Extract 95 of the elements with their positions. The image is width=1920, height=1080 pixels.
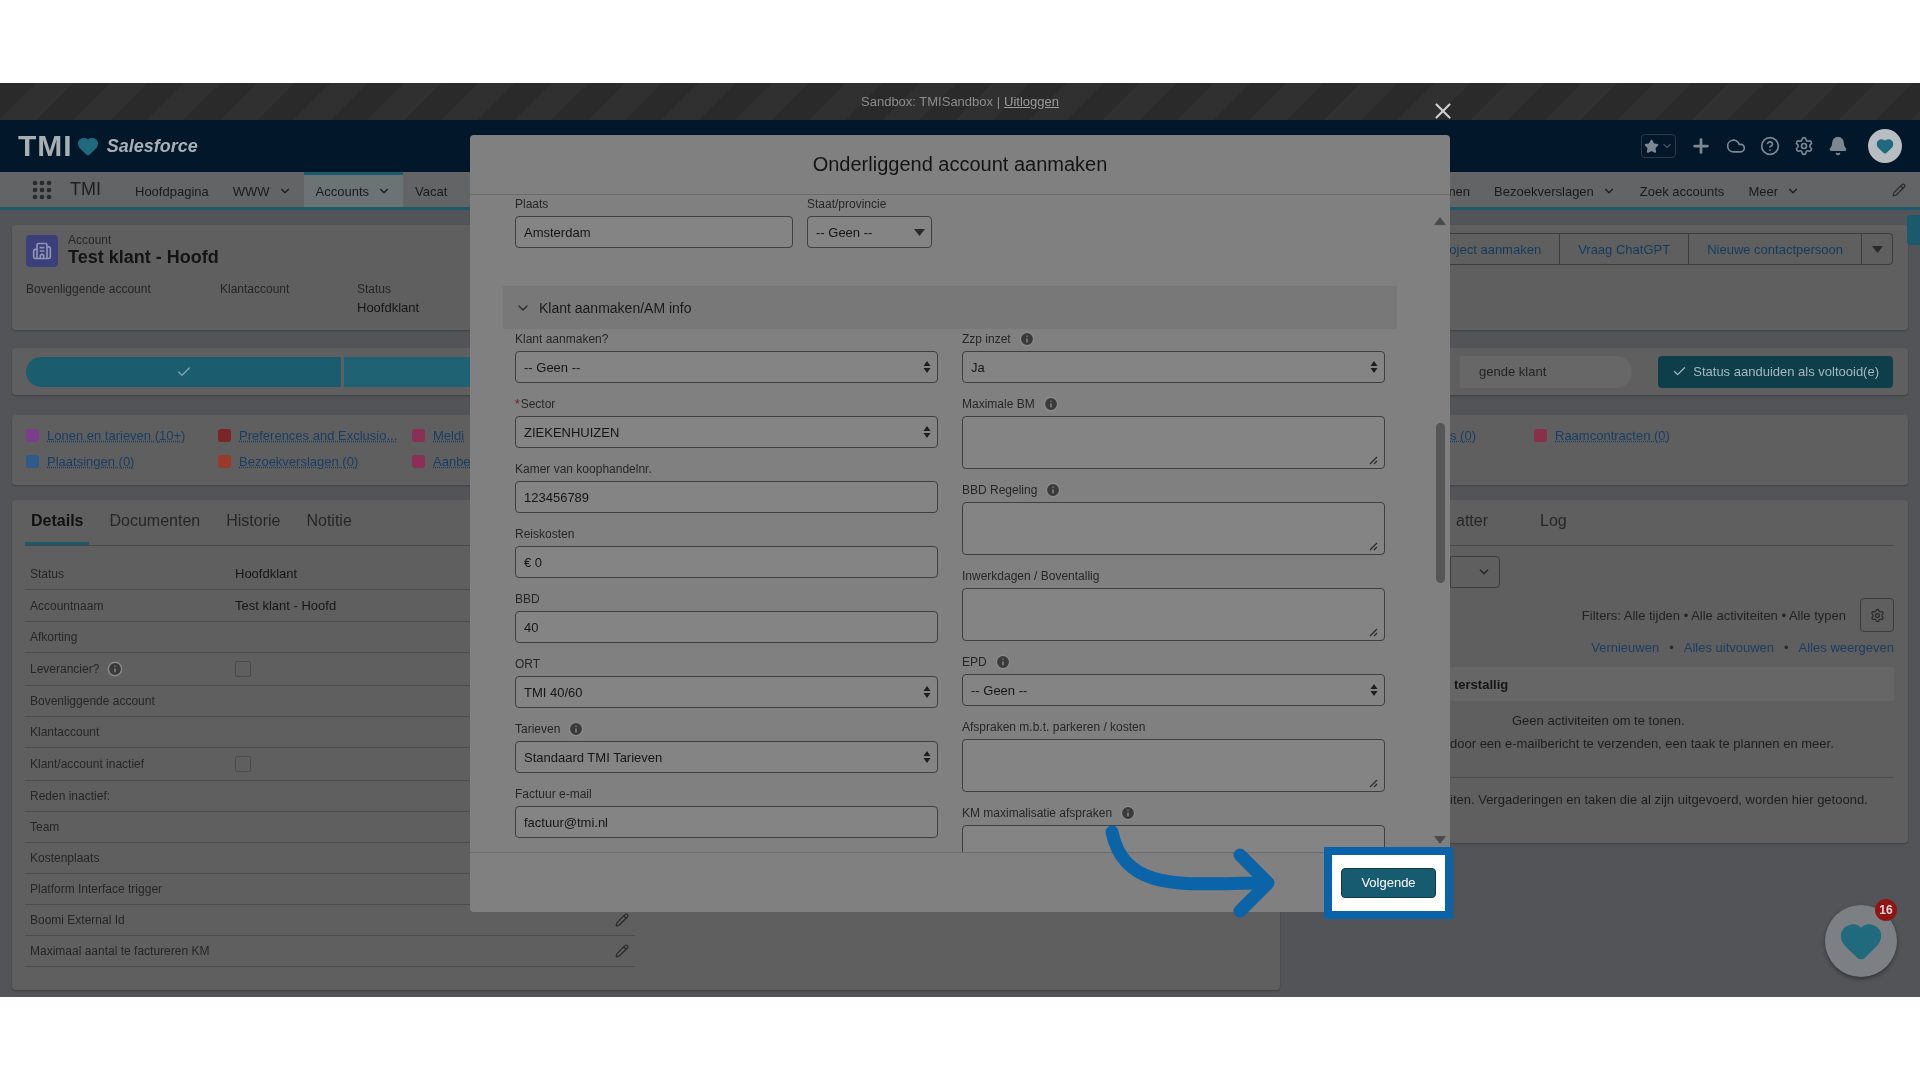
activity-link[interactable]: Alles weergeven: [1798, 640, 1894, 655]
related-link[interactable]: Bezoekverslagen (0): [239, 453, 359, 469]
field-label: Maximale BM: [962, 397, 1035, 411]
field-label: Klant/account inactief: [30, 757, 145, 771]
field-label: Klant aanmaken?: [515, 332, 609, 346]
related-link[interactable]: Lonen en tarieven (10+): [47, 427, 186, 443]
past-activity-hint: iten. Vergaderingen en taken die al zijn uitgevoerd, worden hier getoond.: [1450, 777, 1894, 807]
field-label: Klantaccount: [220, 282, 291, 296]
tab[interactable]: Documenten: [103, 500, 207, 545]
related-link[interactable]: Preferences and Exclusio...: [239, 427, 398, 443]
field-value: Hoofdklant: [357, 300, 421, 315]
path-stage[interactable]: gende klant: [1460, 355, 1633, 388]
logo-text: TMI: [18, 129, 73, 163]
field-label: Inwerkdagen / Boventallig: [962, 569, 1100, 583]
activity-link[interactable]: Vernieuwen: [1591, 640, 1660, 655]
filters-text: Filters: Alle tijden • Alle activiteiten • Alle typen: [1581, 607, 1846, 623]
field-label: Boomi External Id: [30, 913, 125, 927]
brand-name: Salesforce: [106, 135, 198, 157]
nav-tab[interactable]: Accounts: [303, 172, 404, 207]
dropdown-field[interactable]: -- Geen --: [807, 216, 932, 248]
field-label: Team: [30, 820, 60, 834]
tab[interactable]: Details: [25, 500, 90, 545]
tab[interactable]: Notitie: [300, 500, 358, 545]
sandbox-text: Sandbox: TMISandbox |: [861, 94, 1001, 109]
related-link[interactable]: Aanbe: [433, 453, 471, 469]
select-field[interactable]: -- Geen --: [962, 674, 1385, 706]
field-label: Kamer van koophandelnr.: [515, 462, 652, 476]
field-label: Tarieven: [515, 722, 561, 736]
field-label: Reden inactief:: [30, 789, 111, 803]
modal-title: Onderliggend account aanmaken: [812, 153, 1108, 176]
field-label: EPD: [962, 655, 987, 669]
action-button[interactable]: Nieuwe contactpersoon: [1688, 233, 1862, 265]
action-button[interactable]: Vraag ChatGPT: [1559, 233, 1690, 265]
tab[interactable]: Historie: [220, 500, 287, 545]
nav-tab[interactable]: Zoek accounts: [1627, 172, 1737, 207]
next-button[interactable]: Volgende: [1341, 867, 1436, 898]
field-label: Bovenliggende account: [30, 694, 155, 708]
field-label: Afkorting: [30, 630, 78, 644]
nav-tab[interactable]: WWW: [220, 172, 304, 207]
select-field[interactable]: -- Geen --: [515, 351, 938, 383]
field-label: Factuur e-mail: [515, 787, 592, 801]
logout-link[interactable]: Uitloggen: [1004, 94, 1059, 109]
separator: •: [1669, 640, 1674, 655]
select-field[interactable]: Ja: [962, 351, 1385, 383]
record-name: Test klant - Hoofd: [68, 247, 219, 268]
field-label: Plaats: [515, 197, 549, 211]
app-name: TMI: [70, 179, 101, 200]
field-label: Staat/provincie: [807, 197, 887, 211]
related-link[interactable]: Plaatsingen (0): [47, 453, 135, 469]
nav-tab[interactable]: Hoofdpagina: [123, 172, 221, 207]
nav-tab[interactable]: Vacat: [403, 172, 460, 207]
select-field[interactable]: TMI 40/60: [515, 676, 938, 708]
nav-tab[interactable]: Meer: [1736, 172, 1812, 207]
section-header[interactable]: Klant aanmaken/AM info: [503, 286, 1397, 329]
field-value: Test klant - Hoofd: [235, 598, 337, 613]
record-type: Account: [68, 233, 113, 247]
activity-link[interactable]: Alles uitvouwen: [1683, 640, 1775, 655]
field-label: Accountnaam: [30, 598, 104, 613]
field-label: Zzp inzet: [962, 332, 1011, 346]
field-label: Platform Interface trigger: [30, 882, 163, 896]
field-label: ORT: [515, 657, 541, 671]
related-link[interactable]: Meldi: [433, 427, 465, 443]
field-label: *Sector: [515, 397, 556, 411]
mark-complete-button[interactable]: Status aanduiden als voltooid(e): [1658, 355, 1893, 388]
field-label: BBD Regeling: [962, 483, 1038, 497]
tab[interactable]: atter: [1450, 500, 1494, 545]
field-label: Status: [30, 566, 65, 581]
field-label: Reiskosten: [515, 527, 575, 541]
text-field[interactable]: 40: [515, 611, 938, 643]
field-label: Klantaccount: [30, 725, 100, 739]
nav-tab[interactable]: Bezoekverslagen: [1482, 172, 1628, 207]
field-label: KM maximalisatie afspraken: [962, 806, 1113, 820]
tab[interactable]: Log: [1534, 500, 1573, 545]
field-label: Bovenliggende account: [26, 282, 152, 296]
section-title: Klant aanmaken/AM info: [539, 299, 692, 316]
field-value: Hoofdklant: [235, 566, 298, 581]
text-field[interactable]: factuur@tmi.nl: [515, 806, 938, 838]
separator: •: [1784, 640, 1789, 655]
field-label: Status: [357, 282, 393, 296]
field-label: Maximaal aantal te factureren KM: [30, 944, 210, 958]
select-field[interactable]: ZIEKENHUIZEN: [515, 416, 938, 448]
related-link[interactable]: s (0): [1450, 427, 1476, 443]
empty-hint: door een e-mailbericht te verzenden, een taak te plannen en meer.: [1450, 736, 1835, 751]
field-label: Leverancier?: [30, 662, 100, 676]
field-label: BBD: [515, 592, 540, 606]
section-header: terstallig: [1450, 667, 1894, 701]
related-link[interactable]: Raamcontracten (0): [1555, 427, 1670, 443]
empty-message: Geen activiteiten om te tonen.: [1512, 713, 1686, 728]
field-label: Afspraken m.b.t. parkeren / kosten: [962, 720, 1146, 734]
notification-badge: 16: [1875, 899, 1897, 921]
text-field[interactable]: 123456789: [515, 481, 938, 513]
field-label: Kostenplaats: [30, 851, 100, 865]
text-field[interactable]: € 0: [515, 546, 938, 578]
text-field[interactable]: Amsterdam: [515, 216, 793, 248]
select-field[interactable]: Standaard TMI Tarieven: [515, 741, 938, 773]
